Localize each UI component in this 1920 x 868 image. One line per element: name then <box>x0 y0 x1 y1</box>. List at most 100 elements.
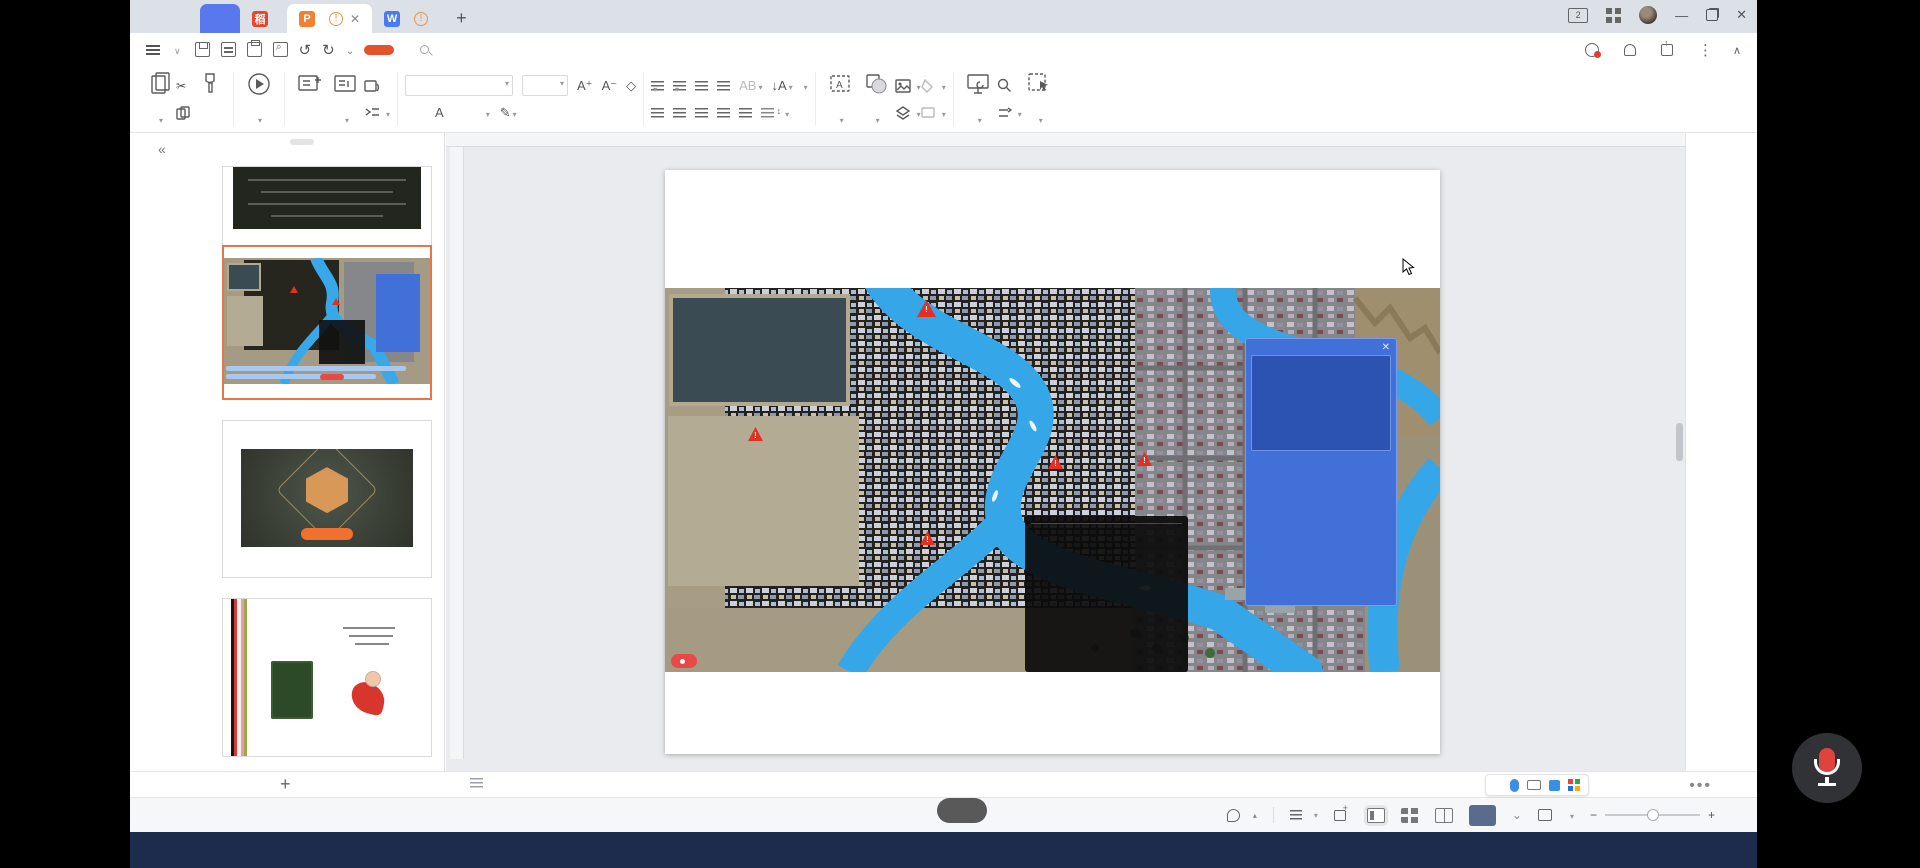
slide-thumbnail-9[interactable] <box>222 245 432 400</box>
restore-button[interactable] <box>1706 9 1718 21</box>
decrease-indent-icon[interactable] <box>695 81 708 91</box>
tab-docer-templates[interactable]: 稻 <box>240 4 287 33</box>
tab-manual-document[interactable]: W ! <box>372 4 440 33</box>
bullet-list-icon[interactable] <box>651 81 664 91</box>
decrease-font-icon[interactable]: A⁻ <box>602 78 618 94</box>
font-color-button[interactable]: A <box>435 105 444 120</box>
minimize-button[interactable] <box>1675 8 1688 23</box>
more-options-icon[interactable] <box>1698 41 1713 59</box>
slide-layout-button[interactable] <box>328 69 364 129</box>
notes-more-icon[interactable] <box>1689 777 1712 795</box>
format-painter-button[interactable] <box>194 69 226 129</box>
picture-button[interactable] <box>895 72 921 99</box>
undo-icon[interactable] <box>299 41 312 59</box>
textbox-button[interactable]: A <box>823 69 859 129</box>
zoom-slider[interactable] <box>1590 808 1715 822</box>
ime-toolbox-icon[interactable] <box>1549 780 1560 791</box>
convert-smartart-button[interactable] <box>783 106 789 120</box>
export-icon[interactable] <box>221 42 236 57</box>
replace-button[interactable] <box>997 99 1022 126</box>
notes-button[interactable] <box>1290 810 1318 821</box>
ime-toolbar[interactable] <box>1485 774 1589 796</box>
slideshow-play-button[interactable] <box>1469 805 1496 826</box>
smart-beautify-button[interactable] <box>1227 809 1257 822</box>
line-spacing-icon[interactable] <box>761 108 774 118</box>
text-direction-icon[interactable]: AB <box>739 78 762 93</box>
tab-slides[interactable] <box>290 139 314 145</box>
copy-button[interactable] <box>176 99 194 126</box>
ime-keyboard-icon[interactable] <box>1527 780 1541 790</box>
zoom-level[interactable] <box>1568 808 1574 822</box>
canvas-scrollbar[interactable] <box>1676 151 1683 757</box>
file-menu[interactable] <box>146 42 181 57</box>
slide-thumbnail-11[interactable] <box>222 598 432 757</box>
notes-input[interactable] <box>470 778 490 788</box>
reading-view-button[interactable] <box>1435 808 1453 823</box>
collapse-panel-icon[interactable] <box>158 141 166 157</box>
fill-button[interactable] <box>921 72 946 99</box>
cut-button[interactable]: ✂ <box>176 72 194 99</box>
share-button[interactable] <box>1661 44 1678 56</box>
user-avatar[interactable] <box>1639 6 1657 24</box>
zoom-in-icon[interactable] <box>1708 808 1715 822</box>
increase-font-icon[interactable]: A⁺ <box>577 78 593 94</box>
slide-thumbnail-8[interactable] <box>222 166 432 252</box>
distribute-icon[interactable] <box>739 108 752 118</box>
slide-editing-area[interactable]: ! ! ! ! ! <box>665 170 1440 754</box>
tab-current-document[interactable]: P ! ✕ <box>287 4 372 33</box>
redo-icon[interactable] <box>322 41 335 59</box>
doc-warning-icon[interactable]: ! <box>329 12 343 26</box>
zoom-out-icon[interactable] <box>1590 808 1597 822</box>
slide-thumbnail-10[interactable] <box>222 420 432 578</box>
increase-indent-icon[interactable] <box>717 81 730 91</box>
add-slide-button[interactable] <box>280 774 291 795</box>
normal-view-button[interactable] <box>1367 808 1385 823</box>
print-icon[interactable] <box>247 42 262 57</box>
sort-text-icon[interactable]: ↓A <box>771 78 792 93</box>
numbered-list-icon[interactable] <box>673 81 686 91</box>
font-name-select[interactable] <box>405 75 513 96</box>
messages-button[interactable] <box>671 654 697 668</box>
outline-button[interactable] <box>921 99 946 126</box>
close-info-icon[interactable] <box>1382 341 1390 353</box>
align-center-icon[interactable] <box>673 108 686 118</box>
comments-button[interactable] <box>1334 810 1351 821</box>
query-anomaly-button[interactable] <box>1585 43 1604 57</box>
new-slide-button[interactable] <box>292 69 328 129</box>
microphone-overlay-button[interactable] <box>1792 733 1862 803</box>
align-text-button[interactable] <box>802 79 808 93</box>
zoom-knob[interactable] <box>1647 809 1659 821</box>
shapes-button[interactable] <box>859 69 895 129</box>
command-search[interactable] <box>420 45 435 54</box>
ime-mic-icon[interactable] <box>1510 779 1519 792</box>
play-from-current-button[interactable] <box>241 69 277 129</box>
select-button[interactable] <box>1022 69 1058 129</box>
collaborate-button[interactable] <box>1624 44 1641 56</box>
section-button[interactable] <box>364 99 390 126</box>
simulation-map[interactable]: ! ! ! ! ! <box>665 288 1440 672</box>
clear-format-icon[interactable]: ◇ <box>626 78 636 94</box>
fit-slide-icon[interactable] <box>1538 809 1552 821</box>
align-right-icon[interactable] <box>695 108 708 118</box>
ime-grid-icon[interactable] <box>1568 779 1580 791</box>
tab-list-icon[interactable]: 2 <box>1568 8 1588 23</box>
print-preview-icon[interactable] <box>273 42 288 57</box>
slide-title[interactable] <box>665 170 1440 212</box>
tab-outline[interactable] <box>260 139 284 145</box>
new-tab-button[interactable]: + <box>456 8 467 33</box>
reset-button[interactable] <box>364 72 390 99</box>
find-button[interactable] <box>997 72 1022 99</box>
arrange-button[interactable] <box>895 99 921 126</box>
slide-sorter-view-button[interactable] <box>1401 808 1419 823</box>
font-size-select[interactable] <box>522 75 568 96</box>
save-icon[interactable] <box>195 42 210 57</box>
paste-button[interactable] <box>144 69 176 129</box>
presentation-tools-button[interactable] <box>961 69 997 129</box>
play-options-icon[interactable] <box>1512 808 1522 822</box>
collapse-ribbon-icon[interactable] <box>1733 42 1741 57</box>
close-window-button[interactable] <box>1736 7 1747 23</box>
highlight-button[interactable]: ✎ <box>500 105 517 121</box>
phonetic-guide-button[interactable] <box>484 105 490 120</box>
customize-qat-icon[interactable] <box>346 42 354 57</box>
justify-icon[interactable] <box>717 108 730 118</box>
